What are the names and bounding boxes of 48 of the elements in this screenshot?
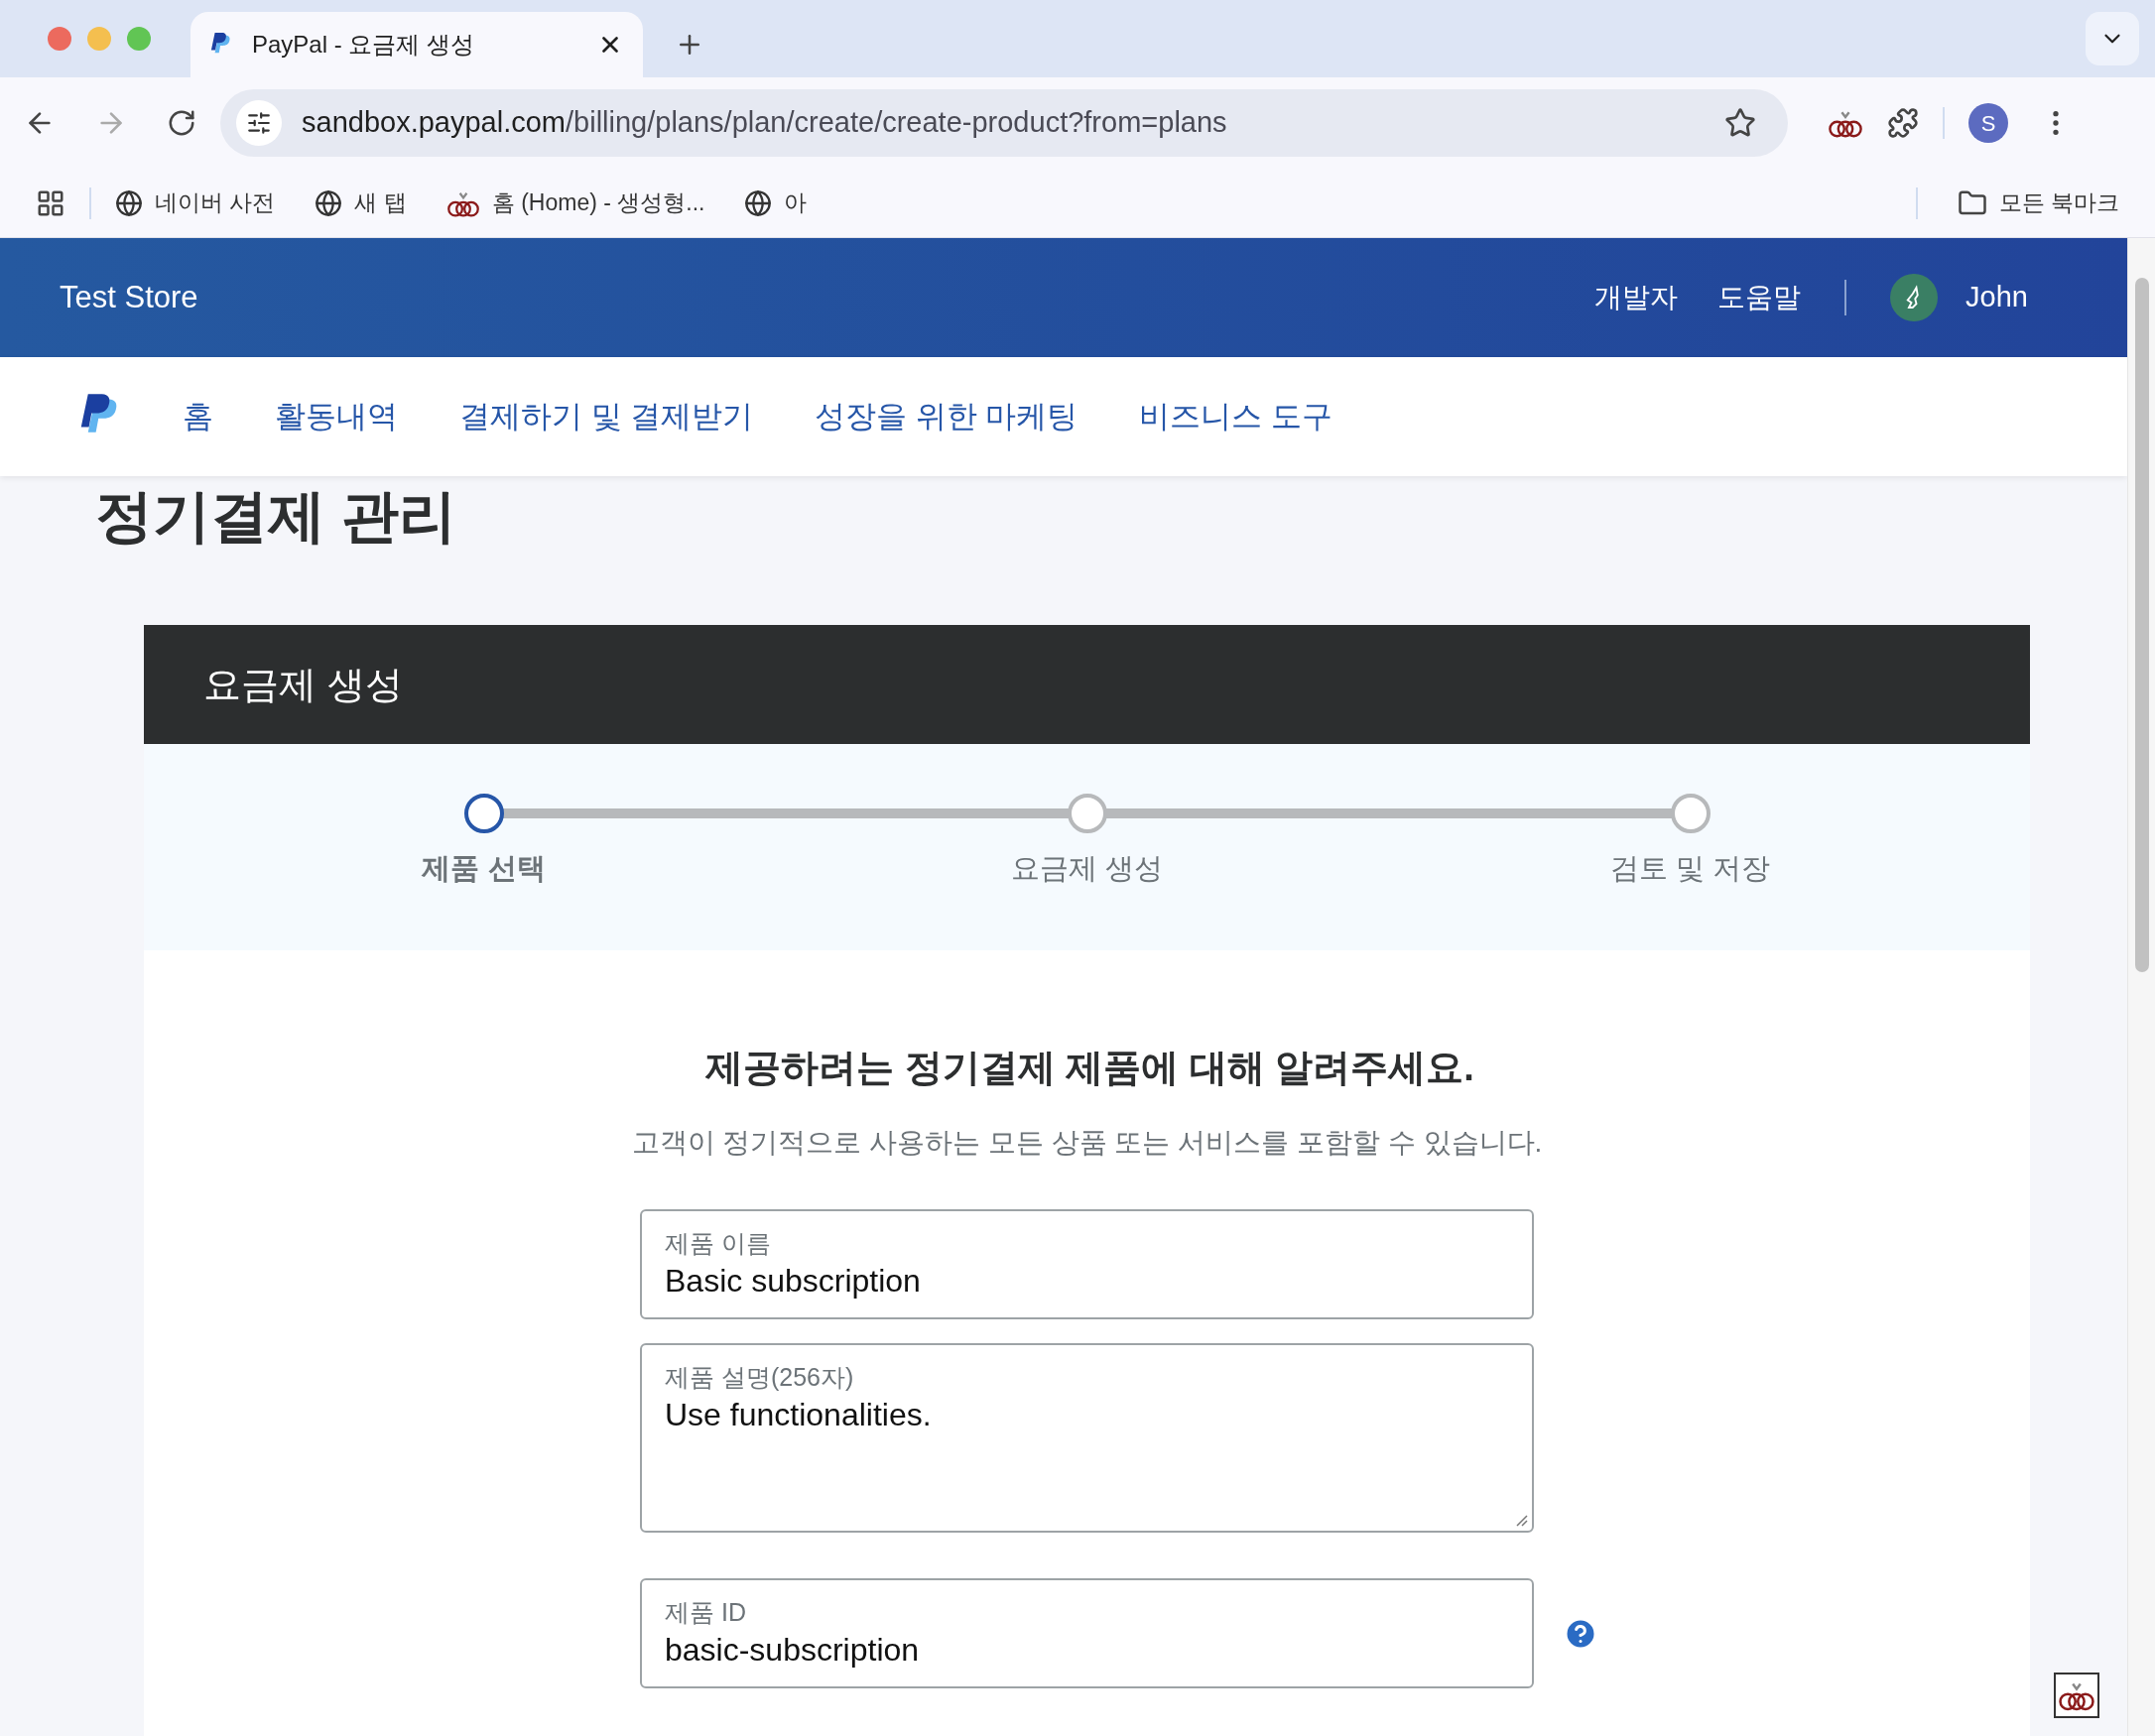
form-subtitle: 고객이 정기적으로 사용하는 모든 상품 또는 서비스를 포함할 수 있습니다. — [631, 1126, 1543, 1160]
step-marker[interactable] — [1670, 794, 1711, 833]
nav-link[interactable]: 활동내역 — [275, 393, 398, 440]
nav-link[interactable]: 성장을 위한 마케팅 — [815, 393, 1078, 440]
bookmark-star-icon[interactable] — [1724, 107, 1756, 139]
form-heading: 제공하려는 정기결제 제품에 대해 알려주세요. — [705, 1046, 1474, 1090]
site-settings-icon[interactable] — [236, 100, 282, 146]
bookmark-item[interactable]: 네이버 사전 — [115, 186, 276, 220]
globe-icon — [115, 188, 143, 217]
url-host: sandbox.paypal.com — [302, 106, 566, 139]
extensions-icon[interactable] — [1887, 107, 1919, 139]
bookmark-item[interactable]: 홈 (Home) - 생성형... — [445, 186, 705, 220]
field-label: 제품 ID — [665, 1597, 747, 1628]
store-name: Test Store — [60, 278, 198, 316]
field-value: Basic subscription — [665, 1262, 922, 1301]
field-label: 제품 이름 — [665, 1228, 772, 1259]
profile-avatar[interactable]: S — [1968, 103, 2008, 143]
floating-extension-button[interactable] — [2054, 1673, 2099, 1718]
reload-icon[interactable] — [167, 108, 196, 138]
all-bookmarks-button[interactable]: 모든 북마크 — [1957, 186, 2119, 220]
bookmark-item[interactable]: 아 — [744, 186, 808, 220]
user-name[interactable]: John — [1965, 276, 2028, 319]
nav-link[interactable]: 비즈니스 도구 — [1139, 393, 1333, 440]
step-label: 검토 및 저장 — [1609, 851, 1771, 886]
field-value: basic-subscription — [665, 1631, 921, 1670]
globe-icon — [744, 188, 773, 217]
browser-tab[interactable]: PayPal - 요금제 생성 — [190, 12, 643, 77]
nav-link[interactable]: 홈 — [183, 393, 213, 440]
step-label: 제품 선택 — [422, 851, 546, 886]
step-label: 요금제 생성 — [1010, 851, 1164, 886]
card-title: 요금제 생성 — [203, 662, 403, 707]
resize-handle-icon[interactable] — [1514, 1513, 1528, 1527]
header-link[interactable]: 개발자 — [1594, 277, 1679, 318]
user-avatar[interactable] — [1890, 274, 1939, 321]
bookmark-item[interactable]: 새 탭 — [315, 186, 407, 220]
nav-link[interactable]: 결제하기 및 결제받기 — [459, 393, 754, 440]
scrollbar[interactable] — [2127, 238, 2155, 1736]
url-path: /billing/plans/plan/create/create-product?from=plans — [566, 106, 1227, 139]
address-bar[interactable]: sandbox.paypal.com/billing/plans/plan/create/create-product?from=plans — [220, 89, 1788, 157]
field-value: Use functionalities. — [665, 1396, 933, 1434]
field-label: 제품 설명(256자) — [665, 1362, 855, 1393]
text-field[interactable]: 제품 ID basic-subscription — [640, 1578, 1534, 1688]
globe-icon — [315, 188, 343, 217]
description-field[interactable]: 제품 설명(256자) Use functionalities. — [640, 1343, 1534, 1533]
text-field[interactable]: 제품 이름 Basic subscription — [640, 1209, 1534, 1319]
step-marker[interactable] — [463, 794, 504, 833]
page-title: 정기결제 관리 — [94, 482, 458, 550]
header-link[interactable]: 도움말 — [1717, 277, 1802, 318]
